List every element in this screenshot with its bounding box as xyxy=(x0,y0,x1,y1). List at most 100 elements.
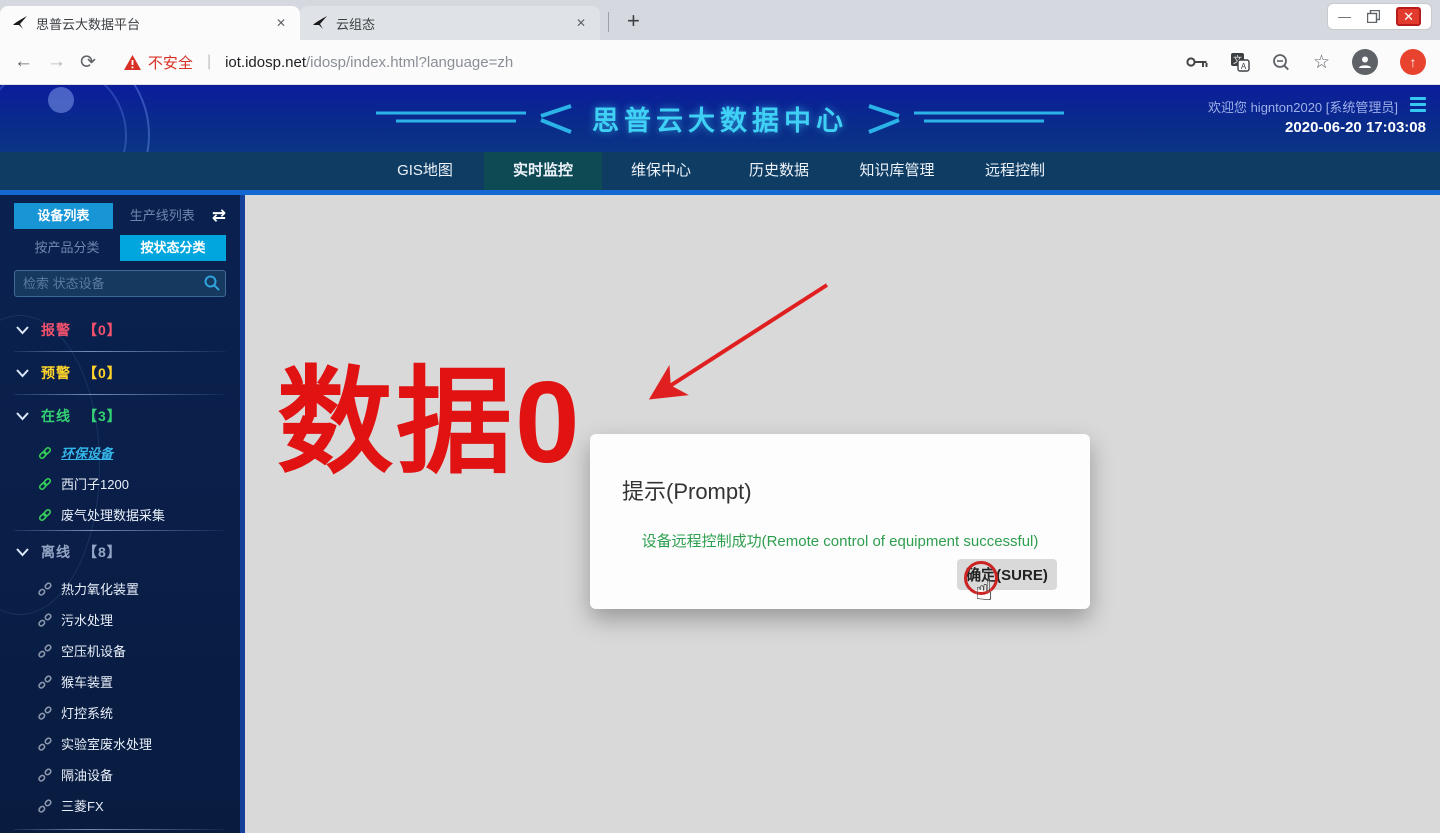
tab-title: 云组态 xyxy=(336,14,564,33)
device-label: 空压机设备 xyxy=(61,641,126,660)
device-tree: 报警 【0】 预警 【0】 在线 【3】 xyxy=(14,309,226,830)
broken-link-icon xyxy=(38,737,52,751)
device-label: 猴车装置 xyxy=(61,672,113,691)
nav-knowledge-base[interactable]: 知识库管理 xyxy=(838,152,956,190)
url-host: iot.idosp.net xyxy=(225,54,306,71)
main-navigation: GIS地图 实时监控 维保中心 历史数据 知识库管理 远程控制 xyxy=(0,152,1440,190)
group-alarm[interactable]: 报警 【0】 xyxy=(14,309,226,351)
nav-gis-map[interactable]: GIS地图 xyxy=(366,152,484,190)
device-search xyxy=(14,270,226,297)
dialog-message: 设备远程控制成功(Remote control of equipment suc… xyxy=(590,530,1090,551)
device-item[interactable]: 环保设备 xyxy=(14,437,226,468)
device-item[interactable]: 西门子1200 xyxy=(14,468,226,499)
divider xyxy=(14,829,226,830)
tab-close-icon[interactable]: ✕ xyxy=(272,14,290,32)
group-offline[interactable]: 离线 【8】 xyxy=(14,531,226,573)
toolbar-icons: 文 A ☆ ↑ xyxy=(1186,49,1426,75)
device-item[interactable]: 废气处理数据采集 xyxy=(14,499,226,530)
tab-title: 思普云大数据平台 xyxy=(36,14,264,33)
group-online[interactable]: 在线 【3】 xyxy=(14,395,226,437)
device-item[interactable]: 隔油设备 xyxy=(14,759,226,790)
svg-text:A: A xyxy=(1241,62,1247,71)
zoom-out-icon[interactable] xyxy=(1272,53,1291,72)
group-label: 离线 xyxy=(41,542,71,562)
device-label: 西门子1200 xyxy=(61,474,129,493)
broken-link-icon xyxy=(38,799,52,813)
prompt-dialog: 提示(Prompt) 设备远程控制成功(Remote control of eq… xyxy=(590,434,1090,609)
url-path: /idosp/index.html?language=zh xyxy=(306,54,513,71)
tab-device-list[interactable]: 设备列表 xyxy=(14,203,113,229)
group-label: 在线 xyxy=(41,406,71,426)
browser-tab-bar: 思普云大数据平台 ✕ 云组态 ✕ + — ✕ xyxy=(0,0,1440,40)
tab-by-status[interactable]: 按状态分类 xyxy=(120,235,226,261)
device-item[interactable]: 猴车装置 xyxy=(14,666,226,697)
tab-production-line-list[interactable]: 生产线列表 xyxy=(113,203,212,229)
back-button[interactable]: ← xyxy=(14,51,33,73)
group-count: 【0】 xyxy=(83,363,122,383)
tab-by-product[interactable]: 按产品分类 xyxy=(14,235,120,261)
search-input[interactable] xyxy=(14,270,226,297)
restore-window-button[interactable] xyxy=(1367,10,1380,23)
device-label: 环保设备 xyxy=(61,443,113,462)
person-icon xyxy=(1357,54,1373,70)
device-sidebar: 设备列表 生产线列表 ⇄ 按产品分类 按状态分类 报警 【0】 xyxy=(0,195,245,833)
chevron-down-icon xyxy=(16,326,29,335)
main-content: 数据0 提示(Prompt) 设备远程控制成功(Remote control o… xyxy=(245,195,1440,833)
sidebar-filter-tabs: 按产品分类 按状态分类 xyxy=(14,235,226,261)
device-item[interactable]: 三菱FX xyxy=(14,790,226,821)
security-indicator[interactable]: 不安全 xyxy=(124,52,193,73)
nav-maintenance-center[interactable]: 维保中心 xyxy=(602,152,720,190)
group-count: 【3】 xyxy=(83,406,122,426)
translate-icon[interactable]: 文 A xyxy=(1230,52,1250,72)
address-input[interactable]: iot.idosp.net/idosp/index.html?language=… xyxy=(225,54,1172,71)
device-item[interactable]: 污水处理 xyxy=(14,604,226,635)
sure-button[interactable]: 确定(SURE) xyxy=(957,559,1057,590)
new-tab-button[interactable]: + xyxy=(617,8,650,34)
link-icon xyxy=(38,508,52,522)
nav-realtime-monitor[interactable]: 实时监控 xyxy=(484,152,602,190)
nav-history-data[interactable]: 历史数据 xyxy=(720,152,838,190)
device-item[interactable]: 实验室废水处理 xyxy=(14,728,226,759)
search-icon[interactable] xyxy=(204,275,220,291)
close-window-button[interactable]: ✕ xyxy=(1396,7,1421,26)
group-count: 【8】 xyxy=(83,542,122,562)
tab-divider xyxy=(608,12,609,32)
broken-link-icon xyxy=(38,613,52,627)
dialog-title: 提示(Prompt) xyxy=(590,434,1090,506)
welcome-user-text: 欢迎您 hignton2020 [系统管理员] xyxy=(1208,97,1398,116)
sidebar-list-tabs: 设备列表 生产线列表 ⇄ xyxy=(14,203,226,229)
profile-avatar[interactable] xyxy=(1352,49,1378,75)
browser-url-bar: ← → ⟳ 不安全 | iot.idosp.net/idosp/index.ht… xyxy=(0,40,1440,85)
bookmark-star-icon[interactable]: ☆ xyxy=(1313,51,1330,74)
group-count: 【0】 xyxy=(83,320,122,340)
device-item[interactable]: 热力氧化装置 xyxy=(14,573,226,604)
link-icon xyxy=(38,446,52,460)
site-favicon-icon xyxy=(312,15,328,31)
window-controls: — ✕ xyxy=(1327,3,1432,30)
security-label: 不安全 xyxy=(148,52,193,73)
minimize-button[interactable]: — xyxy=(1338,10,1351,23)
browser-tab-platform[interactable]: 思普云大数据平台 ✕ xyxy=(0,6,300,40)
device-label: 热力氧化装置 xyxy=(61,579,139,598)
tab-close-icon[interactable]: ✕ xyxy=(572,14,590,32)
broken-link-icon xyxy=(38,675,52,689)
device-label: 实验室废水处理 xyxy=(61,734,152,753)
swap-panels-icon[interactable]: ⇄ xyxy=(212,206,226,226)
browser-tab-cloud[interactable]: 云组态 ✕ xyxy=(300,6,600,40)
chevron-down-icon xyxy=(16,412,29,421)
chevron-down-icon xyxy=(16,548,29,557)
broken-link-icon xyxy=(38,706,52,720)
nav-remote-control[interactable]: 远程控制 xyxy=(956,152,1074,190)
menu-list-icon[interactable] xyxy=(1410,97,1426,112)
browser-update-icon[interactable]: ↑ xyxy=(1400,49,1426,75)
refresh-button[interactable]: ⟳ xyxy=(80,51,96,74)
title-area: 思普云大数据中心 xyxy=(0,85,1440,152)
forward-button[interactable]: → xyxy=(47,51,66,73)
group-warning[interactable]: 预警 【0】 xyxy=(14,352,226,394)
device-label: 污水处理 xyxy=(61,610,113,629)
broken-link-icon xyxy=(38,768,52,782)
password-key-icon[interactable] xyxy=(1186,55,1208,69)
chevron-down-icon xyxy=(16,369,29,378)
device-item[interactable]: 空压机设备 xyxy=(14,635,226,666)
device-item[interactable]: 灯控系统 xyxy=(14,697,226,728)
